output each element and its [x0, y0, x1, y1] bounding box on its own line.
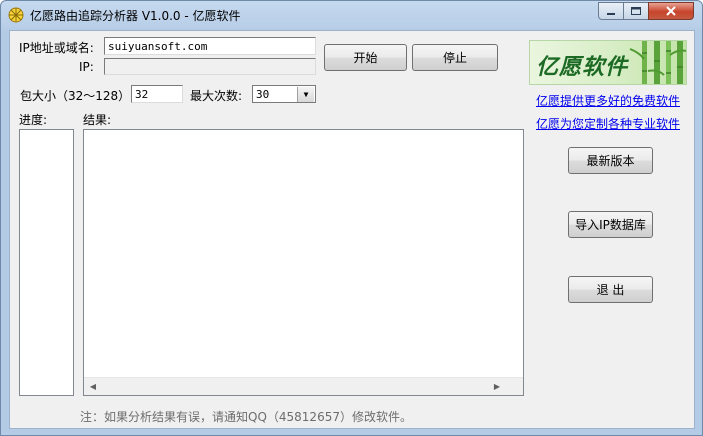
stop-button[interactable]: 停止: [412, 44, 498, 71]
host-input[interactable]: suiyuansoft.com: [104, 37, 316, 55]
progress-list[interactable]: [19, 129, 74, 396]
minimize-button[interactable]: [598, 2, 624, 20]
minimize-icon: [607, 13, 615, 15]
packet-size-label: 包大小（32～128）:: [20, 89, 135, 103]
app-window: 亿愿路由追踪分析器 V1.0.0 - 亿愿软件 IP地址或域名: suiyuan…: [0, 0, 703, 436]
import-ip-database-button[interactable]: 导入IP数据库: [568, 211, 653, 238]
result-box[interactable]: ◀ ▶: [83, 129, 524, 396]
start-button[interactable]: 开始: [324, 44, 407, 71]
exit-button[interactable]: 退 出: [568, 276, 653, 303]
free-software-link[interactable]: 亿愿提供更多好的免费软件: [536, 92, 680, 109]
title-bar[interactable]: 亿愿路由追踪分析器 V1.0.0 - 亿愿软件: [1, 1, 702, 30]
main-panel: IP地址或域名: suiyuansoft.com IP: 开始 停止 包大小（3…: [9, 30, 695, 429]
scroll-right-icon[interactable]: ▶: [489, 380, 505, 393]
progress-label: 进度:: [19, 113, 48, 127]
custom-software-link[interactable]: 亿愿为您定制各种专业软件: [536, 115, 680, 132]
ip-field: [104, 58, 316, 75]
packet-size-input[interactable]: 32: [131, 85, 183, 103]
max-hops-select[interactable]: 30 ▼: [252, 85, 316, 103]
horizontal-scrollbar[interactable]: ◀ ▶: [84, 377, 523, 395]
logo-text: 亿愿软件: [536, 54, 629, 80]
close-button[interactable]: [648, 2, 694, 20]
window-title: 亿愿路由追踪分析器 V1.0.0 - 亿愿软件: [30, 9, 241, 23]
maximize-icon: [631, 7, 641, 15]
host-label: IP地址或域名:: [19, 41, 94, 55]
result-label: 结果:: [83, 113, 112, 127]
brand-logo[interactable]: 亿愿软件: [529, 40, 687, 85]
app-icon: [8, 7, 24, 23]
ip-label: IP:: [79, 60, 94, 74]
chevron-down-icon[interactable]: ▼: [297, 87, 314, 102]
maximize-button[interactable]: [623, 2, 649, 20]
latest-version-button[interactable]: 最新版本: [568, 147, 653, 174]
close-icon: [666, 6, 676, 16]
scroll-left-icon[interactable]: ◀: [85, 380, 101, 393]
max-hops-label: 最大次数:: [190, 89, 243, 103]
footer-note: 注：如果分析结果有误，请通知QQ（45812657）修改软件。: [80, 410, 412, 424]
max-hops-value: 30: [256, 88, 270, 101]
